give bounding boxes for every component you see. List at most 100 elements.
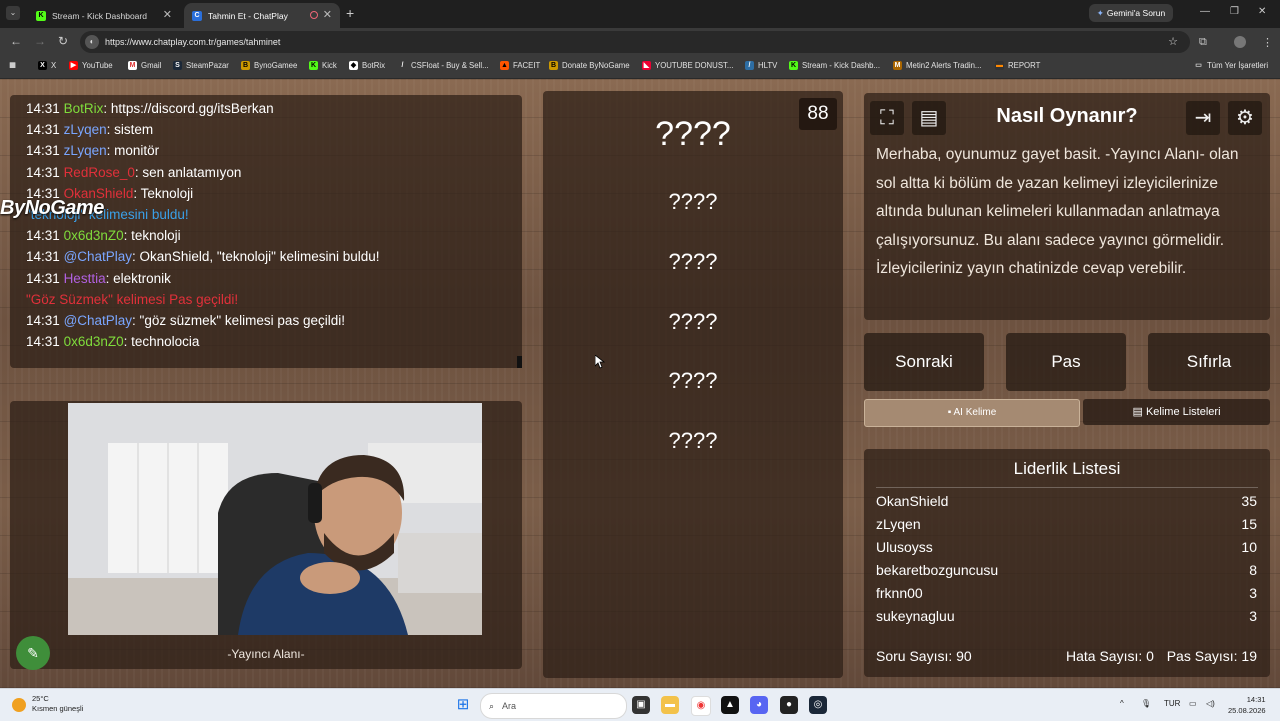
forbidden-word: ???? bbox=[668, 189, 718, 214]
chrome-icon[interactable]: ◉ bbox=[691, 696, 711, 716]
chat-username[interactable]: @ChatPlay bbox=[64, 313, 132, 328]
apps-icon[interactable]: ▦ bbox=[8, 61, 21, 70]
leaderboard-list[interactable]: OkanShield 35 zLyqen 15 Ulusoyss 10 bekaretboz… bbox=[864, 449, 1270, 638]
microphone-button[interactable]: ✎ bbox=[16, 636, 50, 670]
bynogame-icon: B bbox=[549, 61, 558, 70]
settings-gear-icon[interactable]: ⚙ bbox=[1228, 101, 1262, 135]
chat-message: 14:31 0x6d3nZ0: teknoloji bbox=[26, 228, 181, 243]
minimize-icon[interactable]: — bbox=[1200, 6, 1210, 17]
epic-games-icon[interactable]: ▲ bbox=[721, 696, 739, 714]
chat-time: 14:31 bbox=[26, 101, 60, 116]
more-menu-icon[interactable]: ⋮ bbox=[1262, 36, 1273, 49]
word-lists-tab[interactable]: ▤ Kelime Listeleri bbox=[1083, 399, 1270, 425]
chat-time: 14:31 bbox=[26, 228, 60, 244]
ai-word-tab[interactable]: ▪ AI Kelime bbox=[864, 399, 1080, 427]
back-icon[interactable]: ← bbox=[10, 34, 22, 48]
chat-username[interactable]: 0x6d3nZ0 bbox=[64, 228, 124, 243]
reset-button[interactable]: Sıfırla bbox=[1148, 333, 1270, 391]
kick-icon: K bbox=[36, 10, 46, 21]
player-score: 10 bbox=[1241, 539, 1257, 555]
bookmark-botrix[interactable]: ◆ BotRix bbox=[349, 61, 385, 70]
bookmark-csfloat[interactable]: / CSFloat - Buy & Sell... bbox=[398, 61, 489, 70]
task-view-icon[interactable]: ▣ bbox=[632, 696, 650, 714]
chat-text: : sen anlatamıyon bbox=[134, 164, 242, 180]
bookmark-kick[interactable]: K Kick bbox=[309, 61, 337, 70]
bookmark-bynogamee[interactable]: B BynoGamee bbox=[241, 61, 297, 70]
tray-expand-icon[interactable]: ^ bbox=[1120, 699, 1124, 708]
extensions-icon[interactable]: ⧉ bbox=[1199, 36, 1207, 49]
leaderboard-row: zLyqen 15 bbox=[876, 516, 1257, 532]
tab-label: Stream - Kick Dashboard bbox=[52, 10, 147, 21]
bookmark-steampazar[interactable]: S SteamPazar bbox=[173, 61, 229, 70]
system-clock[interactable]: 14:31 25.08.2026 bbox=[1228, 694, 1266, 716]
next-button[interactable]: Sonraki bbox=[864, 333, 984, 391]
chat-text: : teknoloji bbox=[123, 228, 181, 244]
chat-text: : https://discord.gg/itsBerkan bbox=[103, 101, 274, 116]
windows-start-icon[interactable]: ⊞ bbox=[454, 696, 472, 714]
chat-username[interactable]: zLyqen bbox=[64, 122, 107, 137]
bookmark-report[interactable]: ▬ REPORT bbox=[995, 61, 1040, 70]
how-to-play-text: Merhaba, oyunumuz gayet basit. -Yayıncı … bbox=[876, 146, 1239, 277]
gemini-label: Gemini'a Sorun bbox=[1106, 8, 1166, 18]
chat-message: 14:31 zLyqen: sistem bbox=[26, 122, 153, 137]
leaderboard-row: bekaretbozguncusu 8 bbox=[876, 562, 1257, 578]
chat-username[interactable]: 0x6d3nZ0 bbox=[64, 334, 124, 349]
bookmark-donate[interactable]: B Donate ByNoGame bbox=[549, 61, 630, 70]
player-name: sukeynagluu bbox=[876, 608, 955, 624]
clock-date: 25.08.2026 bbox=[1228, 706, 1266, 715]
site-info-icon[interactable]: ◐ bbox=[85, 35, 99, 49]
new-tab-icon[interactable]: + bbox=[346, 5, 354, 21]
chat-username[interactable]: zLyqen bbox=[64, 143, 107, 158]
forward-icon[interactable]: → bbox=[34, 34, 46, 48]
bookmark-metin2[interactable]: M Metin2 Alerts Tradin... bbox=[893, 61, 981, 70]
close-icon[interactable]: ✕ bbox=[163, 8, 172, 21]
chat-username[interactable]: BotRix bbox=[64, 101, 104, 116]
clock-time: 14:31 bbox=[1246, 695, 1266, 704]
chat-username[interactable]: "Göz Süzmek" bbox=[26, 292, 113, 307]
taskbar-search[interactable]: ⌕ Ara bbox=[480, 693, 627, 719]
bookmark-star-icon[interactable]: ☆ bbox=[1168, 35, 1178, 48]
bookmark-youtube[interactable]: ▶ YouTube bbox=[69, 61, 113, 70]
pass-button[interactable]: Pas bbox=[1006, 333, 1126, 391]
network-icon[interactable]: ▭ bbox=[1189, 699, 1197, 708]
volume-icon[interactable]: ◁) bbox=[1206, 699, 1215, 708]
bookmark-x[interactable]: XX bbox=[38, 61, 56, 70]
exit-icon[interactable]: ⇥ bbox=[1186, 101, 1220, 135]
steam-icon[interactable]: ◎ bbox=[809, 696, 827, 714]
discord-icon[interactable]: ◕ bbox=[750, 696, 768, 714]
webcam-image bbox=[68, 403, 482, 635]
chat-username[interactable]: Hesttia bbox=[64, 271, 106, 286]
tab-search-icon[interactable]: ⌄ bbox=[6, 6, 20, 20]
profile-avatar[interactable] bbox=[1234, 36, 1246, 48]
mic-tray-icon[interactable]: 🎙 bbox=[1141, 699, 1151, 708]
close-icon[interactable]: ✕ bbox=[323, 8, 332, 21]
bookmark-youtube-donust[interactable]: ◣ YOUTUBE DONUST... bbox=[642, 61, 733, 70]
forbidden-word: ???? bbox=[668, 368, 718, 393]
reload-icon[interactable]: ↻ bbox=[58, 34, 68, 48]
player-name: OkanShield bbox=[876, 493, 949, 509]
chat-username[interactable]: RedRose_0 bbox=[64, 165, 135, 180]
window-close-icon[interactable]: ✕ bbox=[1258, 6, 1266, 17]
steam-icon: S bbox=[173, 61, 182, 70]
chat-scrollbar[interactable] bbox=[517, 356, 522, 368]
chat-username[interactable]: @ChatPlay bbox=[64, 249, 132, 264]
weather-widget[interactable]: 25°C Kısmen güneşli bbox=[12, 694, 83, 714]
bynogame-icon: B bbox=[241, 61, 250, 70]
bookmark-hltv[interactable]: / HLTV bbox=[745, 61, 777, 70]
browser-tab-active[interactable]: C Tahmin Et - ChatPlay ✕ bbox=[184, 3, 340, 28]
temperature: 25°C bbox=[32, 694, 49, 703]
obs-icon[interactable]: ● bbox=[780, 696, 798, 714]
bookmark-kick-dashboard[interactable]: K Stream - Kick Dashb... bbox=[789, 61, 880, 70]
bookmark-faceit[interactable]: ▲ FACEIT bbox=[500, 61, 540, 70]
bookmark-gmail[interactable]: M Gmail bbox=[128, 61, 161, 70]
chat-time: 14:31 bbox=[26, 164, 60, 180]
file-explorer-icon[interactable]: ▬ bbox=[661, 696, 679, 714]
input-language[interactable]: TUR bbox=[1164, 699, 1180, 708]
address-bar[interactable]: ◐ https://www.chatplay.com.tr/games/tahm… bbox=[80, 31, 1190, 53]
chat-text: : "göz süzmek" kelimesi pas geçildi! bbox=[132, 313, 345, 328]
all-bookmarks[interactable]: ▭ Tüm Yer İşaretleri bbox=[1194, 61, 1268, 70]
gemini-button[interactable]: ✦ Gemini'a Sorun bbox=[1089, 4, 1173, 22]
restore-icon[interactable]: ❐ bbox=[1230, 6, 1239, 17]
browser-tab[interactable]: K Stream - Kick Dashboard ✕ bbox=[28, 3, 180, 28]
streamer-area: -Yayıncı Alanı- bbox=[10, 401, 522, 669]
